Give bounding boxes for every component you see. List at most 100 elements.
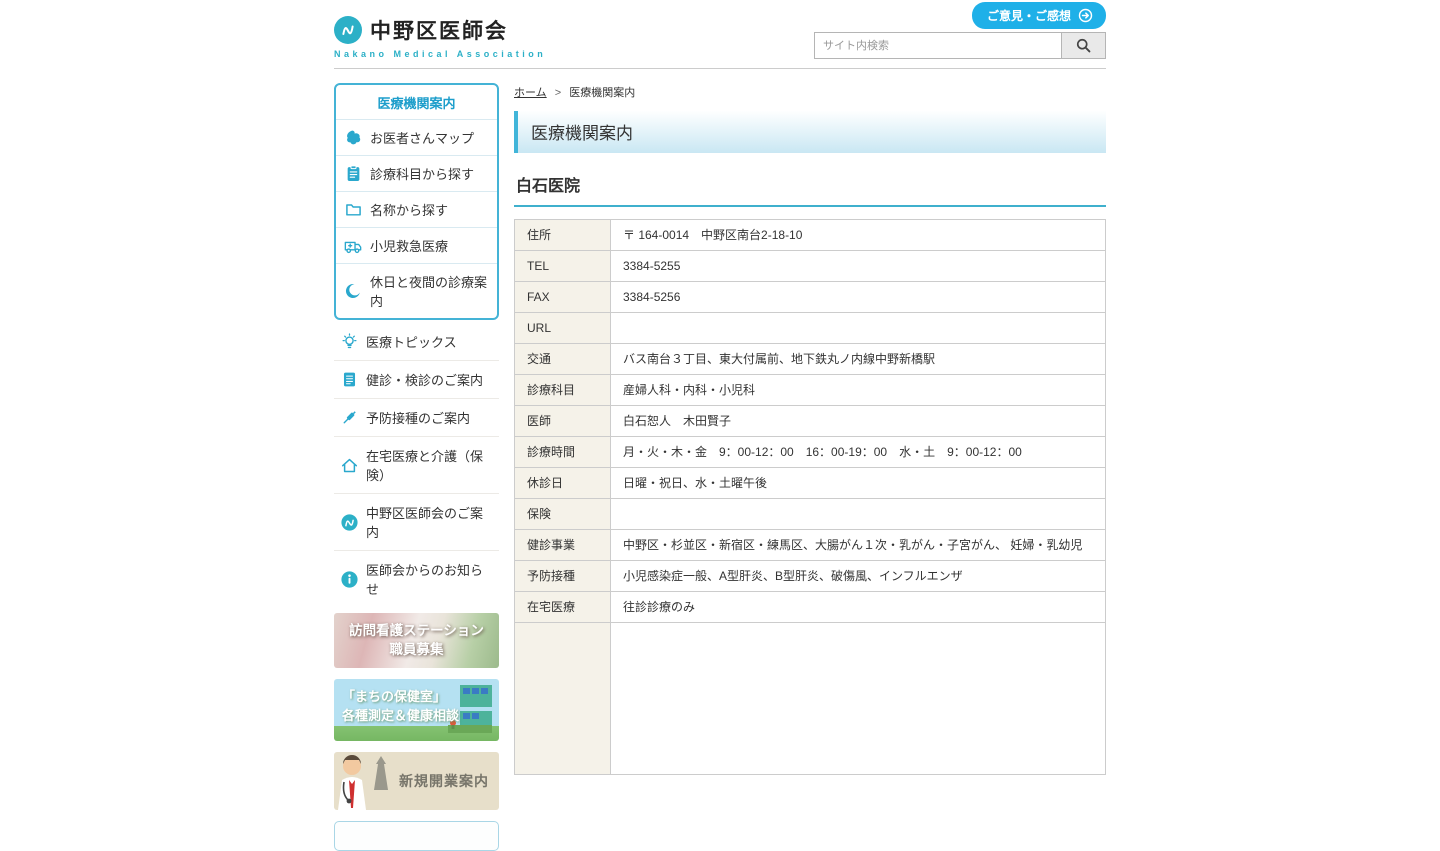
info-icon [340,570,358,588]
table-row: FAX 3384-5256 [515,282,1106,313]
sidebar-item-search-by-department[interactable]: 診療科目から探す [336,155,497,191]
house-icon [340,456,358,474]
lightbulb-icon [340,333,358,351]
sidebar-item-label: 中野区医師会のご案内 [366,503,493,541]
sidebar-item-label: 休日と夜間の診療案内 [370,272,489,310]
breadcrumb-home-link[interactable]: ホーム [514,87,547,99]
banner-text: 「まちの保健室」 [342,688,459,707]
row-label: 健診事業 [515,530,611,561]
row-label: TEL [515,251,611,282]
sidebar-item-association-guide[interactable]: 中野区医師会のご案内 [334,494,499,551]
table-row: 診療時間 月・火・木・金 9：00-12：00 16：00-19：00 水・土 … [515,437,1106,468]
row-label: 住所 [515,220,611,251]
main-content: ホーム > 医療機関案内 医療機関案内 白石医院 住所 〒 164-0014 中… [514,83,1106,851]
sidebar-item-label: 診療科目から探す [370,164,474,183]
banner-new-practice-guide[interactable]: 新規開業案内 [334,752,499,810]
row-label: 診療科目 [515,375,611,406]
row-value: バス南台３丁目、東大付属前、地下鉄丸ノ内線中野新橋駅 [611,344,1106,375]
search-input[interactable] [815,33,1061,58]
breadcrumb-separator: > [555,87,561,99]
table-row: 休診日 日曜・祝日、水・土曜午後 [515,468,1106,499]
map-icon [344,129,362,147]
banner-nurse-recruitment[interactable]: 訪問看護ステーション 職員募集 [334,613,499,668]
sidebar-item-label: 医療トピックス [366,332,457,351]
row-value: 月・火・木・金 9：00-12：00 16：00-19：00 水・土 9：00-… [611,437,1106,468]
sidebar-secondary-list: 医療トピックス 健診・検診のご案内 予防接種のご案内 [334,323,499,607]
sidebar-item-doctor-map[interactable]: お医者さんマップ [336,119,497,155]
page-container: 中野区医師会 Nakano Medical Association ご意見・ご感… [334,0,1106,851]
moon-icon [344,282,362,300]
table-row: 健診事業 中野区・杉並区・新宿区・練馬区、大腸がん１次・乳がん・子宮がん、 妊婦… [515,530,1106,561]
search-button[interactable] [1061,33,1105,58]
sidebar-item-search-by-name[interactable]: 名称から探す [336,191,497,227]
document-icon [340,371,358,389]
table-row: 診療科目 産婦人科・内科・小児科 [515,375,1106,406]
arrow-circle-icon [1078,8,1093,23]
sidebar-menu-title[interactable]: 医療機関案内 [336,85,497,119]
table-row: 保険 [515,499,1106,530]
feedback-button-label: ご意見・ご感想 [987,7,1071,24]
row-value: 産婦人科・内科・小児科 [611,375,1106,406]
row-label: 在宅医療 [515,592,611,623]
feedback-button[interactable]: ご意見・ご感想 [972,2,1106,29]
sidebar-item-label: 健診・検診のご案内 [366,370,483,389]
clipboard-icon [344,165,362,183]
table-row: 交通 バス南台３丁目、東大付属前、地下鉄丸ノ内線中野新橋駅 [515,344,1106,375]
table-row: 住所 〒 164-0014 中野区南台2-18-10 [515,220,1106,251]
sidebar-menu-box: 医療機関案内 お医者さんマップ 診療科目から探す [334,83,499,320]
row-label: 医師 [515,406,611,437]
table-row: TEL 3384-5255 [515,251,1106,282]
sidebar-item-holiday-night-care[interactable]: 休日と夜間の診療案内 [336,263,497,318]
row-label: 予防接種 [515,561,611,592]
sidebar-item-pediatric-emergency[interactable]: 小児救急医療 [336,227,497,263]
banner-text: 新規開業案内 [399,771,489,791]
row-label: 休診日 [515,468,611,499]
banner-town-health-room[interactable]: 「まちの保健室」 各種測定＆健康相談 [334,679,499,741]
banner-text: 各種測定＆健康相談 [342,707,459,726]
row-value: 〒 164-0014 中野区南台2-18-10 [611,220,1106,251]
search-icon [1075,37,1092,54]
site-subtitle: Nakano Medical Association [334,49,546,59]
breadcrumb: ホーム > 医療機関案内 [514,84,1106,100]
table-row: 医師 白石恕人 木田賢子 [515,406,1106,437]
site-logo[interactable]: 中野区医師会 Nakano Medical Association [334,15,546,59]
banner-partial-link-box[interactable] [334,821,499,851]
sidebar-item-label: 在宅医療と介護（保険） [366,446,493,484]
sidebar-item-label: 名称から探す [370,200,448,219]
sidebar-item-medical-topics[interactable]: 医療トピックス [334,323,499,361]
sidebar-item-label: 医師会からのお知らせ [366,560,493,598]
table-row: 在宅医療 往診診療のみ [515,592,1106,623]
sidebar-item-vaccination-guide[interactable]: 予防接種のご案内 [334,399,499,437]
association-logo-icon [340,513,358,531]
folder-icon [344,201,362,219]
row-label: FAX [515,282,611,313]
row-value: 往診診療のみ [611,592,1106,623]
row-value: 小児感染症一般、A型肝炎、B型肝炎、破傷風、インフルエンザ [611,561,1106,592]
sidebar-item-association-news[interactable]: 医師会からのお知らせ [334,551,499,607]
row-value: 白石恕人 木田賢子 [611,406,1106,437]
sidebar-item-label: 予防接種のご案内 [366,408,470,427]
row-value: 日曜・祝日、水・土曜午後 [611,468,1106,499]
site-title: 中野区医師会 [370,15,508,45]
sidebar-item-checkup-guide[interactable]: 健診・検診のご案内 [334,361,499,399]
syringe-icon [340,409,358,427]
sidebar: 医療機関案内 お医者さんマップ 診療科目から探す [334,83,499,851]
clinic-info-table: 住所 〒 164-0014 中野区南台2-18-10 TEL 3384-5255… [514,219,1106,775]
site-header: 中野区医師会 Nakano Medical Association ご意見・ご感… [334,0,1106,69]
row-label: 診療時間 [515,437,611,468]
table-row: URL [515,313,1106,344]
row-value: 3384-5256 [611,282,1106,313]
sidebar-item-home-care-insurance[interactable]: 在宅医療と介護（保険） [334,437,499,494]
ambulance-icon [344,237,362,255]
doctor-illustration [336,754,406,810]
row-value [611,499,1106,530]
sidebar-banners: 訪問看護ステーション 職員募集 「まちの保健室」 各種測定＆健康相談 [334,613,499,851]
row-value [611,313,1106,344]
row-value [611,623,1106,775]
row-label: URL [515,313,611,344]
table-row [515,623,1106,775]
page-title: 医療機関案内 [514,111,1106,153]
site-search [814,32,1106,59]
row-value: 3384-5255 [611,251,1106,282]
logo-n-icon [334,16,362,44]
